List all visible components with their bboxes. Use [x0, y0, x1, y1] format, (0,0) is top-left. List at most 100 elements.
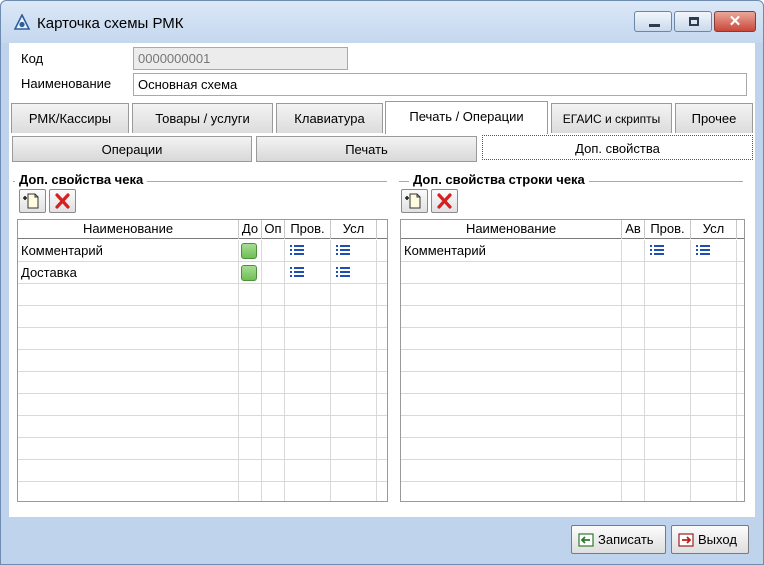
close-button[interactable]: ✕	[714, 11, 756, 32]
cell-av[interactable]	[622, 416, 645, 438]
right-properties-table[interactable]: Наименование Ав Пров. Усл Комментарий	[400, 219, 745, 502]
cell-check[interactable]	[285, 350, 331, 372]
cell-name[interactable]	[18, 394, 239, 416]
cell-name[interactable]	[401, 284, 622, 306]
cell-condition[interactable]	[691, 262, 737, 284]
col-name[interactable]: Наименование	[18, 220, 239, 239]
checkbox-checked-icon[interactable]	[241, 243, 257, 259]
table-row[interactable]	[401, 284, 744, 306]
cell-av[interactable]	[622, 394, 645, 416]
cell-op[interactable]	[262, 438, 285, 460]
cell-name[interactable]: Комментарий	[18, 240, 239, 262]
table-row[interactable]	[401, 328, 744, 350]
cell-name[interactable]	[18, 328, 239, 350]
cell-do[interactable]	[239, 438, 262, 460]
code-field[interactable]: 0000000001	[133, 47, 348, 70]
cell-op[interactable]	[262, 394, 285, 416]
cell-check[interactable]	[645, 240, 691, 262]
left-add-button[interactable]	[19, 189, 46, 213]
save-button[interactable]: Записать	[571, 525, 666, 554]
table-row[interactable]	[18, 372, 387, 394]
col-check[interactable]: Пров.	[645, 220, 691, 239]
cell-check[interactable]	[645, 482, 691, 501]
col-condition[interactable]: Усл	[691, 220, 737, 239]
cell-do[interactable]	[239, 372, 262, 394]
cell-op[interactable]	[262, 284, 285, 306]
cell-condition[interactable]	[691, 372, 737, 394]
cell-condition[interactable]	[691, 438, 737, 460]
cell-check[interactable]	[645, 350, 691, 372]
cell-op[interactable]	[262, 240, 285, 262]
cell-op[interactable]	[262, 482, 285, 501]
cell-av[interactable]	[622, 262, 645, 284]
col-check[interactable]: Пров.	[285, 220, 331, 239]
cell-check[interactable]	[645, 438, 691, 460]
cell-condition[interactable]	[691, 306, 737, 328]
cell-name[interactable]	[18, 438, 239, 460]
cell-op[interactable]	[262, 262, 285, 284]
cell-name[interactable]	[18, 460, 239, 482]
cell-condition[interactable]	[331, 394, 377, 416]
table-row[interactable]: Комментарий	[18, 240, 387, 262]
cell-condition[interactable]	[331, 328, 377, 350]
cell-name[interactable]	[401, 438, 622, 460]
cell-check[interactable]	[285, 438, 331, 460]
cell-do[interactable]	[239, 394, 262, 416]
table-row[interactable]	[401, 416, 744, 438]
col-name[interactable]: Наименование	[401, 220, 622, 239]
checkbox-checked-icon[interactable]	[241, 265, 257, 281]
cell-condition[interactable]	[331, 240, 377, 262]
cell-condition[interactable]	[331, 306, 377, 328]
cell-name[interactable]	[18, 482, 239, 501]
table-row[interactable]	[401, 460, 744, 482]
col-av[interactable]: Ав	[622, 220, 645, 239]
cell-av[interactable]	[622, 438, 645, 460]
cell-av[interactable]	[622, 306, 645, 328]
cell-condition[interactable]	[691, 482, 737, 501]
table-row[interactable]	[18, 284, 387, 306]
table-row[interactable]	[18, 438, 387, 460]
cell-av[interactable]	[622, 372, 645, 394]
cell-check[interactable]	[285, 416, 331, 438]
cell-name[interactable]: Доставка	[18, 262, 239, 284]
cell-name[interactable]	[401, 482, 622, 501]
cell-check[interactable]	[285, 306, 331, 328]
cell-check[interactable]	[285, 262, 331, 284]
table-row[interactable]	[401, 262, 744, 284]
cell-op[interactable]	[262, 460, 285, 482]
col-condition[interactable]: Усл	[331, 220, 377, 239]
table-row[interactable]	[18, 328, 387, 350]
table-row[interactable]	[401, 438, 744, 460]
cell-do[interactable]	[239, 240, 262, 262]
cell-condition[interactable]	[331, 460, 377, 482]
cell-name[interactable]	[401, 328, 622, 350]
cell-name[interactable]: Комментарий	[401, 240, 622, 262]
cell-check[interactable]	[645, 416, 691, 438]
cell-check[interactable]	[645, 328, 691, 350]
cell-name[interactable]	[401, 306, 622, 328]
table-row[interactable]	[18, 416, 387, 438]
cell-op[interactable]	[262, 350, 285, 372]
cell-op[interactable]	[262, 328, 285, 350]
cell-name[interactable]	[401, 350, 622, 372]
cell-do[interactable]	[239, 350, 262, 372]
cell-check[interactable]	[285, 372, 331, 394]
table-row[interactable]: Комментарий	[401, 240, 744, 262]
subtab-print[interactable]: Печать	[256, 136, 477, 162]
maximize-button[interactable]	[674, 11, 712, 32]
name-field[interactable]: Основная схема	[133, 73, 747, 96]
table-row[interactable]	[18, 460, 387, 482]
left-delete-button[interactable]	[49, 189, 76, 213]
cell-condition[interactable]	[331, 416, 377, 438]
cell-condition[interactable]	[331, 372, 377, 394]
cell-do[interactable]	[239, 482, 262, 501]
cell-check[interactable]	[645, 262, 691, 284]
cell-check[interactable]	[285, 460, 331, 482]
cell-do[interactable]	[239, 460, 262, 482]
cell-check[interactable]	[285, 394, 331, 416]
cell-name[interactable]	[401, 460, 622, 482]
col-do[interactable]: До	[239, 220, 262, 239]
subtab-extra-properties[interactable]: Доп. свойства	[482, 135, 753, 160]
tab-goods-services[interactable]: Товары / услуги	[132, 103, 273, 133]
cell-check[interactable]	[285, 328, 331, 350]
